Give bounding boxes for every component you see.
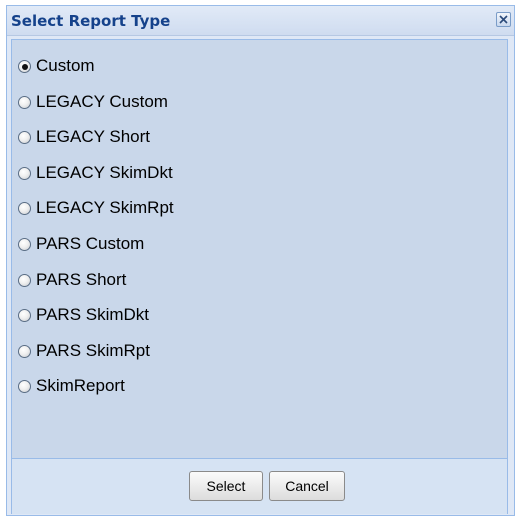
report-option-pars-custom[interactable]: PARS Custom [18, 234, 174, 270]
radio-pars-skimdkt[interactable] [18, 309, 31, 323]
select-report-type-dialog: Select Report Type Custom LEGACY Custom … [6, 5, 515, 516]
radio-legacy-skimrpt[interactable] [18, 202, 31, 216]
dialog-title: Select Report Type [11, 12, 171, 30]
option-label: PARS Short [36, 269, 127, 289]
close-icon [499, 15, 508, 24]
option-label: LEGACY SkimRpt [36, 198, 174, 218]
radio-legacy-skimdkt[interactable] [18, 166, 31, 180]
dialog-body: Custom LEGACY Custom LEGACY Short LEGACY… [11, 39, 508, 514]
option-label: LEGACY SkimDkt [36, 162, 173, 182]
radio-pars-custom[interactable] [18, 237, 31, 251]
report-option-legacy-short[interactable]: LEGACY Short [18, 127, 174, 163]
report-option-custom[interactable]: Custom [18, 56, 174, 92]
close-button[interactable] [496, 12, 511, 27]
option-label: LEGACY Short [36, 127, 151, 147]
radio-legacy-short[interactable] [18, 131, 31, 145]
option-label: PARS SkimDkt [36, 305, 150, 325]
radio-pars-short[interactable] [18, 273, 31, 287]
option-label: SkimReport [36, 376, 125, 396]
report-type-radio-group: Custom LEGACY Custom LEGACY Short LEGACY… [18, 56, 174, 412]
dialog-footer: Select Cancel [12, 458, 507, 514]
radio-pars-skimrpt[interactable] [18, 344, 31, 358]
cancel-button[interactable]: Cancel [269, 471, 345, 501]
option-label: LEGACY Custom [36, 91, 168, 111]
option-label: Custom [36, 56, 95, 75]
radio-skimreport[interactable] [18, 380, 31, 394]
dialog-titlebar: Select Report Type [7, 6, 514, 36]
report-option-pars-short[interactable]: PARS Short [18, 270, 174, 306]
option-label: PARS Custom [36, 233, 145, 253]
radio-legacy-custom[interactable] [18, 95, 31, 109]
radio-custom[interactable] [18, 60, 31, 73]
report-option-legacy-skimrpt[interactable]: LEGACY SkimRpt [18, 198, 174, 234]
report-option-pars-skimrpt[interactable]: PARS SkimRpt [18, 341, 174, 377]
option-label: PARS SkimRpt [36, 340, 150, 360]
report-option-legacy-custom[interactable]: LEGACY Custom [18, 92, 174, 128]
select-button[interactable]: Select [189, 471, 263, 501]
report-option-pars-skimdkt[interactable]: PARS SkimDkt [18, 305, 174, 341]
report-option-skimreport[interactable]: SkimReport [18, 376, 174, 412]
report-option-legacy-skimdkt[interactable]: LEGACY SkimDkt [18, 163, 174, 199]
